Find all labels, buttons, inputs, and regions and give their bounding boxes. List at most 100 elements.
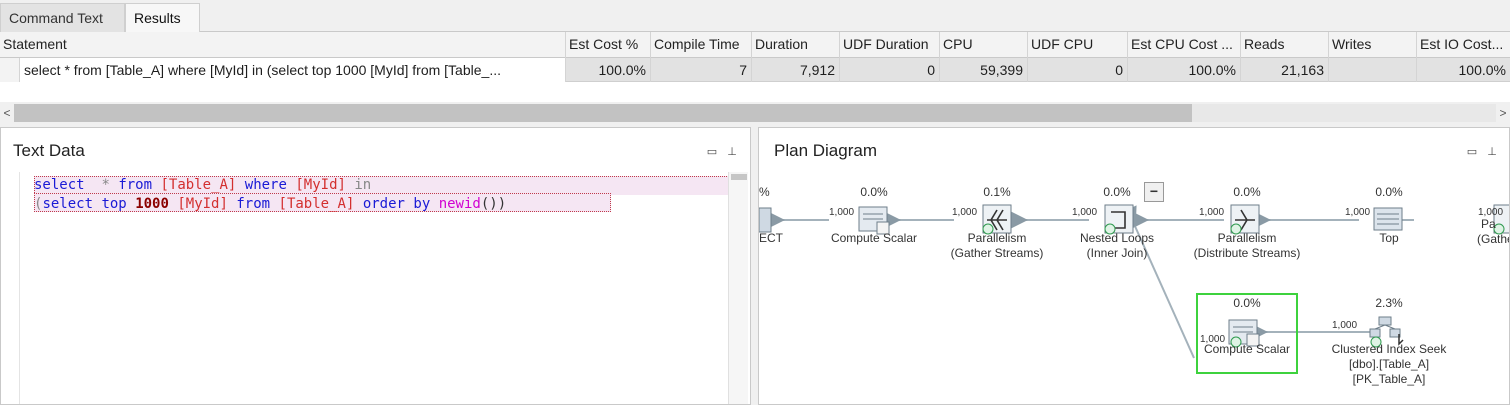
sql-token: from <box>236 196 271 212</box>
column-header-duration[interactable]: Duration <box>752 32 840 58</box>
sql-token: * <box>101 177 110 193</box>
sql-token: select <box>42 196 94 212</box>
column-header-udf-cpu[interactable]: UDF CPU <box>1028 32 1128 58</box>
sql-token: [MyId] <box>177 196 228 212</box>
edge-row-count: 1,000 <box>1345 207 1371 218</box>
editor-vertical-scrollbar[interactable] <box>728 172 748 404</box>
column-header-est-cpu-cost[interactable]: Est CPU Cost ... <box>1128 32 1241 58</box>
node-name: ECT <box>759 231 783 245</box>
tab-results[interactable]: Results <box>125 3 200 33</box>
plan-node-select[interactable]: % ECT <box>759 185 783 246</box>
scrollbar-thumb[interactable] <box>731 174 747 180</box>
node-name: Nested Loops <box>1079 231 1155 245</box>
column-header-compile-time[interactable]: Compile Time <box>651 32 752 58</box>
sql-token: [MyId] <box>295 177 346 193</box>
plan-node-compute-scalar-selected[interactable]: 0.0% Compute Scalar <box>1197 296 1297 357</box>
panel-title-text-data: Text Data <box>13 141 85 160</box>
result-tabs: Command Text Results <box>0 0 1510 33</box>
edge-row-count: 1,000 <box>1200 334 1226 345</box>
plan-node-parallelism-distribute[interactable]: 0.0% Parallelism (Distribute Streams) <box>1185 185 1309 261</box>
sql-token: select <box>34 177 85 193</box>
sql-token: [Table_A] <box>278 196 355 212</box>
cell-compile-time[interactable]: 7 <box>651 58 752 82</box>
cell-est-cpu-cost[interactable]: 100.0% <box>1128 58 1241 82</box>
cell-udf-cpu[interactable]: 0 <box>1028 58 1128 82</box>
node-subname: [dbo].[Table_A] <box>1348 357 1430 371</box>
sql-token: by <box>413 196 431 212</box>
cell-est-cost[interactable]: 100.0% <box>566 58 651 82</box>
table-row[interactable]: select * from [Table_A] where [MyId] in … <box>0 58 1510 82</box>
results-grid: Statement Est Cost % Compile Time Durati… <box>0 32 1510 102</box>
node-cost: 0.0% <box>860 185 888 199</box>
scroll-right-arrow-icon[interactable]: > <box>1496 102 1510 124</box>
column-header-cpu[interactable]: CPU <box>940 32 1028 58</box>
node-subname: [PK_Table_A] <box>1352 372 1426 386</box>
plan-node-parallelism-gather[interactable]: 0.1% Parallelism (Gather Streams) <box>939 185 1055 261</box>
edge-row-count: 1,000 <box>1199 207 1225 218</box>
sql-token: in <box>354 177 372 193</box>
node-name: Compute Scalar <box>830 231 918 245</box>
node-cost: 2.3% <box>1375 296 1403 310</box>
node-cost: 0.0% <box>1375 185 1403 199</box>
column-header-udf-duration[interactable]: UDF Duration <box>840 32 940 58</box>
column-header-est-cost[interactable]: Est Cost % <box>566 32 651 58</box>
panel-title-plan-diagram: Plan Diagram <box>774 141 877 160</box>
text-data-panel: Text Data ▭ ⊥ select * from [Table_A] wh… <box>0 127 751 405</box>
scroll-left-arrow-icon[interactable]: < <box>0 102 14 124</box>
cell-udf-duration[interactable]: 0 <box>840 58 940 82</box>
node-name: Parallelism <box>1217 231 1277 245</box>
plan-diagram-panel: Plan Diagram ▭ ⊥ − % ECT 0.0% Compute Sc… <box>758 127 1510 405</box>
plan-diagram-canvas[interactable]: − % ECT 0.0% Compute Scalar 0.1% Paralle… <box>759 172 1509 404</box>
tab-command-text[interactable]: Command Text <box>0 3 125 32</box>
sql-token: 1000 <box>135 196 169 212</box>
pin-icon[interactable]: ⊥ <box>1485 145 1499 159</box>
column-header-writes[interactable]: Writes <box>1329 32 1417 58</box>
cell-reads[interactable]: 21,163 <box>1241 58 1329 82</box>
edge-row-count: 1,000 <box>1332 320 1358 331</box>
edge-row-count: 1,000 <box>829 207 855 218</box>
sql-token: top <box>101 196 127 212</box>
column-header-statement[interactable]: Statement <box>0 32 566 58</box>
pin-icon[interactable]: ⊥ <box>725 145 739 159</box>
cell-statement[interactable]: select * from [Table_A] where [MyId] in … <box>20 58 566 82</box>
sql-token: newid <box>438 196 481 212</box>
node-subname: (Gather Streams) <box>950 246 1044 260</box>
node-subname: (Distribute Streams) <box>1193 246 1301 260</box>
node-cost: 0.1% <box>983 185 1011 199</box>
cell-writes[interactable] <box>1329 58 1417 82</box>
node-cost: % <box>759 185 770 199</box>
sql-token: from <box>118 177 153 193</box>
cell-est-io-cost[interactable]: 100.0% <box>1417 58 1510 82</box>
sql-token: [Table_A] <box>160 177 237 193</box>
restore-icon[interactable]: ▭ <box>705 145 719 159</box>
scrollbar-thumb[interactable] <box>14 104 1192 122</box>
node-cost: 0.0% <box>1103 185 1131 199</box>
node-name: Parallelism <box>967 231 1027 245</box>
column-header-reads[interactable]: Reads <box>1241 32 1329 58</box>
cell-cpu[interactable]: 59,399 <box>940 58 1028 82</box>
column-header-est-io-cost[interactable]: Est IO Cost... <box>1417 32 1510 58</box>
sql-text-editor[interactable]: select * from [Table_A] where [MyId] in … <box>19 172 750 404</box>
node-name: Top <box>1379 231 1399 245</box>
node-cost: 0.0% <box>1233 296 1261 310</box>
node-subname: (Gathe <box>1477 232 1509 246</box>
node-name: Clustered Index Seek <box>1331 342 1447 356</box>
node-cost: 0.0% <box>1233 185 1261 199</box>
edge-row-count: 1,000 <box>1478 207 1504 218</box>
node-subname: (Inner Join) <box>1086 246 1148 260</box>
cell-duration[interactable]: 7,912 <box>752 58 840 82</box>
plan-node-clustered-index-seek[interactable]: 2.3% Clustered Index Seek [dbo].[Table_A… <box>1319 296 1459 387</box>
plan-node-nested-loops[interactable]: 0.0% Nested Loops (Inner Join) <box>1065 185 1169 261</box>
edge-row-count: 1,000 <box>952 207 978 218</box>
horizontal-scrollbar[interactable]: < > <box>0 102 1510 124</box>
code-line-1: select * from [Table_A] where [MyId] in <box>34 176 371 195</box>
edge-row-count: 1,000 <box>1072 207 1098 218</box>
restore-icon[interactable]: ▭ <box>1465 145 1479 159</box>
row-header[interactable] <box>0 58 20 82</box>
